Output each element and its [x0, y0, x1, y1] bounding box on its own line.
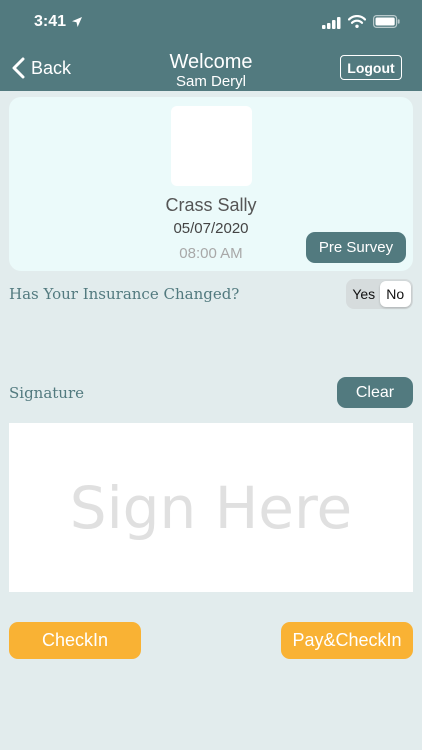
patient-card: Crass Sally 05/07/2020 08:00 AM Pre Surv…	[9, 97, 413, 271]
back-button[interactable]: Back	[12, 55, 71, 81]
patient-name: Crass Sally	[165, 195, 257, 215]
location-arrow-icon	[71, 15, 83, 33]
chevron-left-icon	[12, 57, 25, 79]
page-title: Welcome Sam Deryl	[111, 51, 311, 90]
pre-survey-button[interactable]: Pre Survey	[306, 232, 406, 263]
insurance-yes-option[interactable]: Yes	[348, 281, 380, 307]
pay-checkin-button[interactable]: Pay&CheckIn	[281, 622, 413, 659]
signature-pad[interactable]: Sign Here	[9, 423, 413, 592]
status-time: 3:41	[34, 13, 67, 30]
insurance-toggle: Yes No	[346, 279, 413, 309]
checkin-button[interactable]: CheckIn	[9, 622, 141, 659]
nav-header: 3:41 Back Welcome Sam Deryl Logout	[0, 0, 422, 91]
back-label: Back	[31, 57, 72, 78]
title-welcome: Welcome	[169, 51, 253, 73]
patient-photo	[171, 106, 252, 186]
user-name: Sam Deryl	[175, 73, 246, 90]
insurance-question: Has Your Insurance Changed?	[9, 285, 240, 303]
cellular-signal-icon	[322, 16, 342, 34]
logout-button[interactable]: Logout	[340, 55, 402, 80]
insurance-no-option[interactable]: No	[379, 281, 411, 307]
battery-icon	[373, 15, 400, 33]
wifi-icon	[347, 15, 367, 33]
signature-placeholder: Sign Here	[69, 473, 353, 542]
signature-label: Signature	[9, 384, 85, 402]
clear-signature-button[interactable]: Clear	[337, 377, 413, 408]
